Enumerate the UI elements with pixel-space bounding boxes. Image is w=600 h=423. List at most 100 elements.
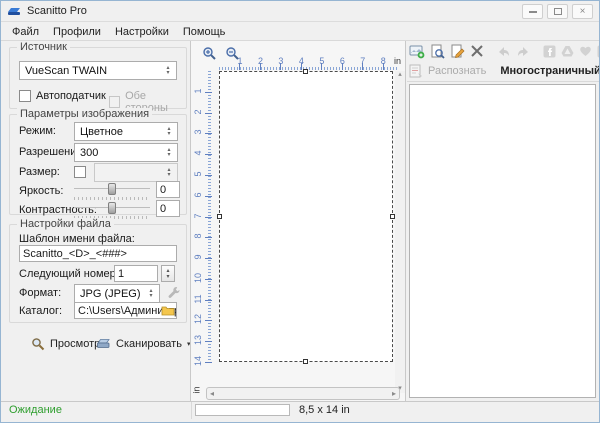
scan-preview-page[interactable] [219, 71, 393, 362]
results-toolbar [409, 41, 599, 61]
vertical-ruler-unit: in [192, 386, 202, 393]
window-controls: × [522, 4, 593, 19]
page-size-readout: 8,5 x 14 in [299, 404, 350, 416]
scanned-pages-list[interactable] [409, 84, 596, 398]
vertical-scrollbar[interactable]: ▴ ▾ [395, 71, 405, 393]
v-ruler-number: 11 [193, 292, 203, 306]
recognize-button: Распознать [428, 65, 486, 77]
drive-share-icon [561, 43, 574, 60]
source-group-title: Источник [17, 41, 70, 53]
folder-browse-icon[interactable] [161, 305, 175, 316]
chevron-updown-icon: ▴▾ [163, 164, 175, 181]
filename-template-value: Scanitto_<D>_<###> [23, 248, 127, 260]
next-number-input[interactable]: 1 [114, 265, 158, 282]
filename-template-input[interactable]: Scanitto_<D>_<###> [19, 245, 177, 262]
scan-button-label: Сканировать [116, 338, 182, 350]
horizontal-ruler-unit: in [394, 56, 401, 66]
v-ruler-number: 2 [193, 105, 203, 119]
v-ruler-number: 14 [193, 354, 203, 368]
image-parameters-group: Параметры изображения Режим: Цветное ▴▾ … [9, 114, 187, 215]
contrast-input[interactable]: 0 [156, 200, 180, 217]
v-ruler-number: 6 [193, 188, 203, 202]
slider-thumb[interactable] [108, 202, 116, 214]
resolution-select[interactable]: 300 ▴▾ [74, 143, 178, 162]
selection-handle-top[interactable] [303, 69, 308, 74]
brightness-input[interactable]: 0 [156, 181, 180, 198]
checkbox-icon [74, 166, 86, 178]
preview-button[interactable]: Просмотр [31, 337, 100, 351]
undo-button [496, 43, 511, 60]
title-bar: Scanitto Pro × [1, 1, 599, 22]
slider-thumb[interactable] [108, 183, 116, 195]
menu-file[interactable]: Файл [5, 24, 46, 40]
results-panel: Распознать Многостраничный ▾ [407, 41, 599, 401]
autofeeder-checkbox[interactable]: Автоподатчик [19, 90, 106, 102]
chevron-updown-icon: ▴▾ [145, 285, 157, 302]
results-separator [407, 81, 599, 82]
v-ruler-number: 9 [193, 250, 203, 264]
checkbox-icon [109, 96, 120, 108]
multipage-dropdown-button[interactable]: Многостраничный [500, 65, 600, 77]
contrast-slider[interactable] [74, 200, 150, 220]
preview-panel: in in ▴ ▾ ◂ ▸ 12345678123456789101112131… [190, 41, 406, 401]
preview-button-label: Просмотр [50, 338, 100, 350]
v-ruler-number: 12 [193, 312, 203, 326]
scroll-left-icon[interactable]: ◂ [210, 390, 214, 398]
minimize-icon [529, 11, 537, 13]
selection-handle-left[interactable] [217, 214, 222, 219]
file-settings-group: Настройки файла Шаблон имени файла: Scan… [9, 224, 187, 323]
menu-help[interactable]: Помощь [176, 24, 233, 40]
file-settings-title: Настройки файла [17, 218, 114, 230]
redo-button [516, 43, 531, 60]
next-number-stepper[interactable]: ▴▾ [161, 265, 175, 282]
format-label: Формат: [19, 287, 61, 299]
selection-handle-bottom[interactable] [303, 359, 308, 364]
brightness-value: 0 [160, 184, 166, 196]
v-ruler-number: 1 [193, 84, 203, 98]
minimize-button[interactable] [522, 4, 543, 19]
v-ruler-number: 10 [193, 271, 203, 285]
ocr-row: Распознать Многостраничный ▾ [409, 62, 599, 80]
next-number-value: 1 [118, 268, 124, 280]
mode-value: Цветное [80, 126, 123, 138]
add-image-button[interactable] [409, 43, 425, 60]
next-number-label: Следующий номер: [19, 268, 119, 280]
maximize-icon [554, 8, 562, 15]
brightness-slider[interactable] [74, 181, 150, 201]
brightness-label: Яркость: [19, 185, 63, 197]
scanner-device-select[interactable]: VueScan TWAIN ▴▾ [19, 61, 177, 80]
scroll-up-icon[interactable]: ▴ [398, 71, 402, 79]
scan-button[interactable]: Сканировать ▾ [96, 337, 190, 350]
checkbox-icon [19, 90, 31, 102]
zoom-in-button[interactable] [199, 44, 219, 62]
menu-bar: Файл Профили Настройки Помощь [1, 23, 599, 41]
format-select[interactable]: JPG (JPEG) ▴▾ [74, 284, 160, 303]
close-button[interactable]: × [572, 4, 593, 19]
horizontal-scrollbar[interactable]: ◂ ▸ [206, 387, 400, 400]
chevron-updown-icon: ▴▾ [163, 144, 175, 161]
size-select: ▴▾ [94, 163, 178, 182]
view-image-button[interactable] [430, 43, 445, 60]
v-ruler-number: 7 [193, 209, 203, 223]
mode-select[interactable]: Цветное ▴▾ [74, 122, 178, 141]
folder-input[interactable]: C:\Users\Администратор\Pict [74, 302, 177, 319]
menu-settings[interactable]: Настройки [108, 24, 176, 40]
delete-image-button[interactable] [470, 43, 484, 60]
menu-profiles[interactable]: Профили [46, 24, 108, 40]
v-ruler-number: 13 [193, 333, 203, 347]
app-icon [7, 5, 21, 17]
filename-template-label: Шаблон имени файла: [19, 233, 135, 245]
progress-placeholder [195, 404, 290, 416]
scroll-right-icon[interactable]: ▸ [392, 390, 396, 398]
chevron-updown-icon: ▴▾ [163, 123, 175, 140]
mode-label: Режим: [19, 125, 56, 137]
maximize-button[interactable] [547, 4, 568, 19]
folder-label: Каталог: [19, 305, 62, 317]
close-icon: × [580, 7, 586, 17]
app-window: Scanitto Pro × Файл Профили Настройки По… [0, 0, 600, 423]
edit-image-button[interactable] [450, 43, 465, 60]
size-checkbox[interactable] [74, 166, 86, 178]
horizontal-ruler-ticks [219, 67, 397, 70]
resolution-value: 300 [80, 147, 98, 159]
format-settings-wrench-icon[interactable] [166, 285, 181, 300]
